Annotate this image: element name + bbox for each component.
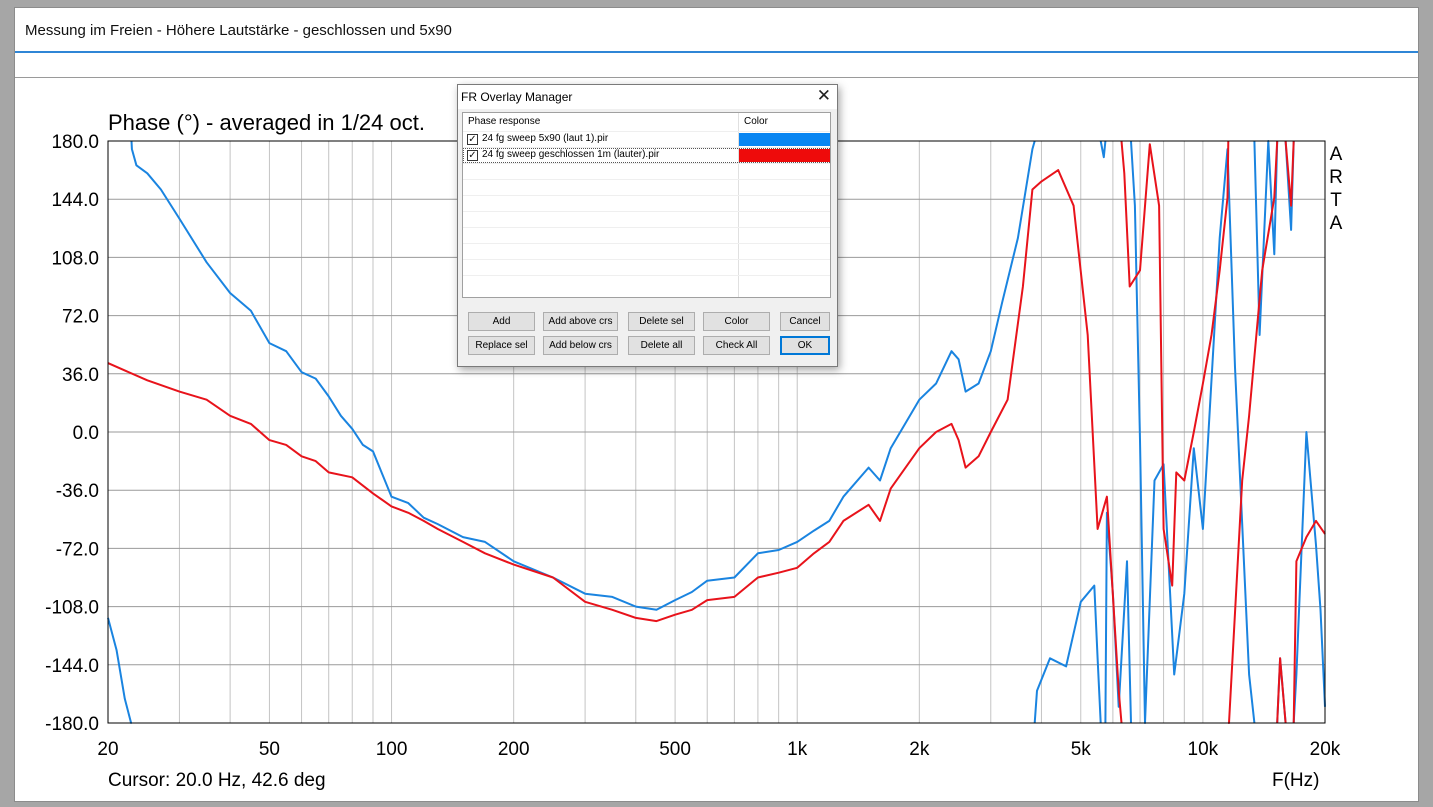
x-tick-label: 5k: [1071, 739, 1092, 760]
y-tick-label: -180.0: [45, 714, 99, 735]
x-tick-label: 100: [376, 739, 408, 760]
row-divider: [463, 243, 830, 244]
y-tick-label: 108.0: [51, 248, 99, 269]
close-icon[interactable]: ✕: [817, 86, 831, 106]
x-tick-label: 20: [97, 739, 118, 760]
y-tick-label: -108.0: [45, 598, 99, 619]
row-divider: [463, 179, 830, 180]
y-tick-label: 72.0: [62, 307, 99, 328]
watermark-letter: A: [1330, 144, 1343, 165]
y-tick-label: 180.0: [51, 132, 99, 153]
y-tick-label: -72.0: [56, 539, 99, 560]
overlay-list[interactable]: Phase response Color ✓ 24 fg sweep 5x90 …: [462, 112, 831, 298]
overlay-checkbox[interactable]: ✓: [467, 150, 478, 161]
x-tick-label: 20k: [1310, 739, 1341, 760]
x-tick-label: 500: [659, 739, 691, 760]
watermark-letter: R: [1329, 167, 1343, 188]
watermark-letter: T: [1330, 190, 1342, 211]
add-above-cursor-button[interactable]: Add above crs: [543, 312, 618, 331]
row-divider: [463, 211, 830, 212]
cancel-button[interactable]: Cancel: [780, 312, 830, 331]
dialog-title: FR Overlay Manager: [461, 90, 573, 104]
replace-selected-button[interactable]: Replace sel: [468, 336, 535, 355]
delete-all-button[interactable]: Delete all: [628, 336, 695, 355]
list-item[interactable]: ✓ 24 fg sweep 5x90 (laut 1).pir: [463, 132, 830, 147]
add-button[interactable]: Add: [468, 312, 535, 331]
x-tick-label: 2k: [909, 739, 930, 760]
x-axis-label: F(Hz): [1272, 770, 1319, 791]
y-tick-label: 36.0: [62, 365, 99, 386]
y-tick-label: -144.0: [45, 656, 99, 677]
row-divider: [463, 227, 830, 228]
column-header-phase-response[interactable]: Phase response: [468, 113, 540, 131]
delete-selected-button[interactable]: Delete sel: [628, 312, 695, 331]
x-tick-label: 50: [259, 739, 280, 760]
y-tick-label: 0.0: [73, 423, 99, 444]
check-all-button[interactable]: Check All: [703, 336, 770, 355]
x-tick-label: 10k: [1188, 739, 1219, 760]
ok-button[interactable]: OK: [780, 336, 830, 355]
x-axis-tick-labels: 20 50 100 200 500 1k 2k 5k 10k 20k: [97, 739, 1340, 760]
row-divider: [463, 275, 830, 276]
dialog-titlebar[interactable]: FR Overlay Manager ✕: [458, 85, 837, 109]
arta-watermark: ARTA: [1329, 144, 1343, 234]
row-divider: [463, 259, 830, 260]
row-divider: [463, 195, 830, 196]
y-axis-tick-labels: 180.0 144.0 108.0 72.0 36.0 0.0 -36.0 -72.0 -108…: [45, 132, 99, 735]
overlay-color-swatch[interactable]: [739, 149, 830, 162]
overlay-checkbox[interactable]: ✓: [467, 134, 478, 145]
chart-title: Phase (°) - averaged in 1/24 oct.: [108, 110, 425, 135]
overlay-color-swatch[interactable]: [739, 133, 830, 146]
add-below-cursor-button[interactable]: Add below crs: [543, 336, 618, 355]
overlay-name: 24 fg sweep 5x90 (laut 1).pir: [482, 133, 609, 144]
column-header-color[interactable]: Color: [744, 113, 768, 131]
color-button[interactable]: Color: [703, 312, 770, 331]
cursor-readout: Cursor: 20.0 Hz, 42.6 deg: [108, 770, 326, 791]
list-item[interactable]: ✓ 24 fg sweep geschlossen 1m (lauter).pi…: [463, 148, 830, 163]
row-divider: [463, 163, 830, 164]
y-tick-label: 144.0: [51, 190, 99, 211]
x-tick-label: 200: [498, 739, 530, 760]
x-tick-label: 1k: [787, 739, 808, 760]
y-tick-label: -36.0: [56, 481, 99, 502]
fr-overlay-manager-dialog: FR Overlay Manager ✕ Phase response Colo…: [457, 84, 838, 367]
overlay-name: 24 fg sweep geschlossen 1m (lauter).pir: [482, 149, 660, 160]
watermark-letter: A: [1330, 213, 1343, 234]
